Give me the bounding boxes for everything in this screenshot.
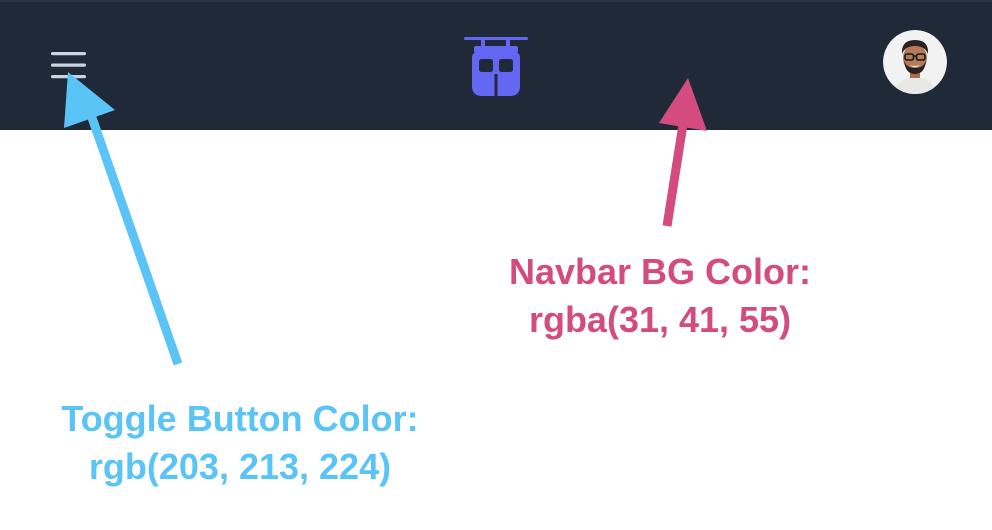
- hamburger-menu-icon: [51, 52, 86, 79]
- logo[interactable]: [462, 34, 530, 100]
- navbar-bg-color-annotation: Navbar BG Color: rgba(31, 41, 55): [470, 248, 850, 344]
- toggle-button-color-annotation: Toggle Button Color: rgb(203, 213, 224): [20, 395, 460, 491]
- user-avatar-icon: [883, 30, 947, 94]
- menu-toggle-button[interactable]: [50, 50, 88, 82]
- user-avatar[interactable]: [883, 30, 947, 94]
- navbar: [0, 0, 992, 130]
- navbar-top-border: [0, 0, 992, 2]
- navbar-bg-annotation-value: rgba(31, 41, 55): [528, 299, 792, 340]
- toggle-annotation-title: Toggle Button Color:: [61, 398, 419, 439]
- cable-car-icon: [464, 37, 528, 96]
- toggle-annotation-value: rgb(203, 213, 224): [88, 446, 392, 487]
- navbar-bg-annotation-title: Navbar BG Color:: [508, 251, 812, 292]
